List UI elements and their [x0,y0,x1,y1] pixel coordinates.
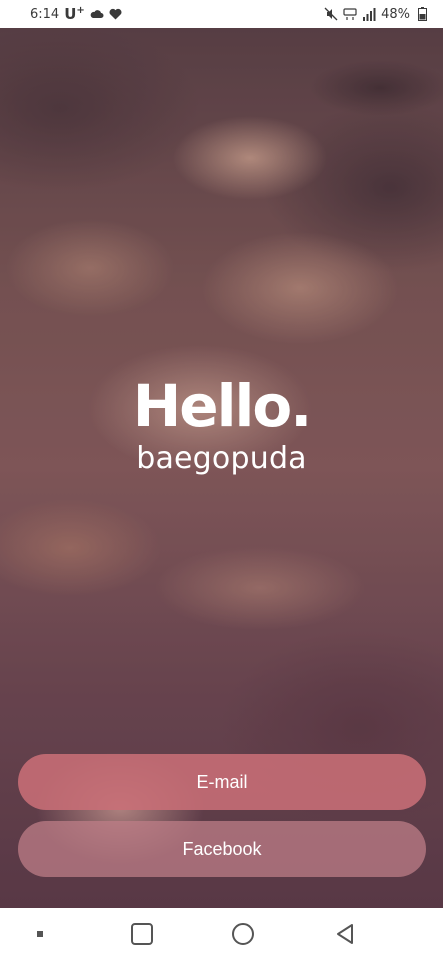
battery-percent: 48% [381,6,410,22]
hello-logo: Hello. [132,372,313,440]
status-right: 48% [324,7,429,22]
cloud-icon [90,7,104,21]
status-time: 6:14 [30,6,60,22]
recent-apps-icon[interactable] [124,916,160,952]
status-left: 6:14 U+ [30,5,123,23]
app-name: baegopuda [136,441,307,476]
carrier-name: U [64,5,77,23]
menu-icon[interactable] [22,916,58,952]
facebook-login-button[interactable]: Facebook [18,821,426,877]
signal-icon [362,7,376,21]
mute-icon [324,7,338,21]
battery-icon [415,7,429,21]
heart-icon [109,7,123,21]
home-icon[interactable] [225,916,261,952]
navigation-bar [0,908,443,960]
carrier-plus: + [76,5,85,16]
email-login-button[interactable]: E-mail [18,754,426,810]
back-icon[interactable] [327,916,363,952]
volte-icon [343,7,357,21]
brand-block: Hello. baegopuda [0,375,443,477]
status-bar: 6:14 U+ 48% [0,0,443,28]
carrier-logo: U+ [64,5,85,23]
